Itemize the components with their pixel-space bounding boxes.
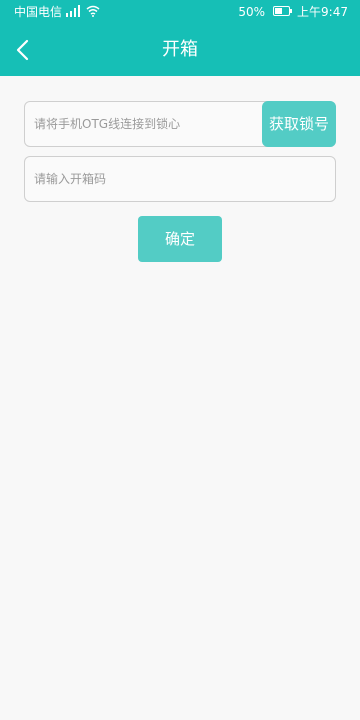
lock-number-field: 获取锁号 bbox=[24, 101, 336, 147]
signal-icon bbox=[66, 4, 82, 20]
wifi-icon bbox=[86, 5, 100, 20]
app-header: 开箱 bbox=[0, 24, 360, 76]
get-lock-number-button[interactable]: 获取锁号 bbox=[262, 101, 336, 147]
lock-number-input[interactable] bbox=[34, 102, 260, 146]
battery-icon bbox=[273, 5, 293, 19]
status-left: 中国电信 bbox=[14, 4, 100, 20]
unlock-code-field bbox=[24, 156, 336, 202]
status-bar: 中国电信 50% 上午9:47 bbox=[0, 0, 360, 24]
clock-time: 上午9:47 bbox=[297, 5, 348, 19]
status-right: 50% 上午9:47 bbox=[238, 5, 348, 19]
carrier-name: 中国电信 bbox=[14, 5, 63, 19]
unlock-code-input[interactable] bbox=[34, 157, 324, 201]
confirm-button[interactable]: 确定 bbox=[138, 216, 222, 262]
battery-percent: 50% bbox=[238, 5, 266, 19]
page-title: 开箱 bbox=[162, 39, 198, 60]
